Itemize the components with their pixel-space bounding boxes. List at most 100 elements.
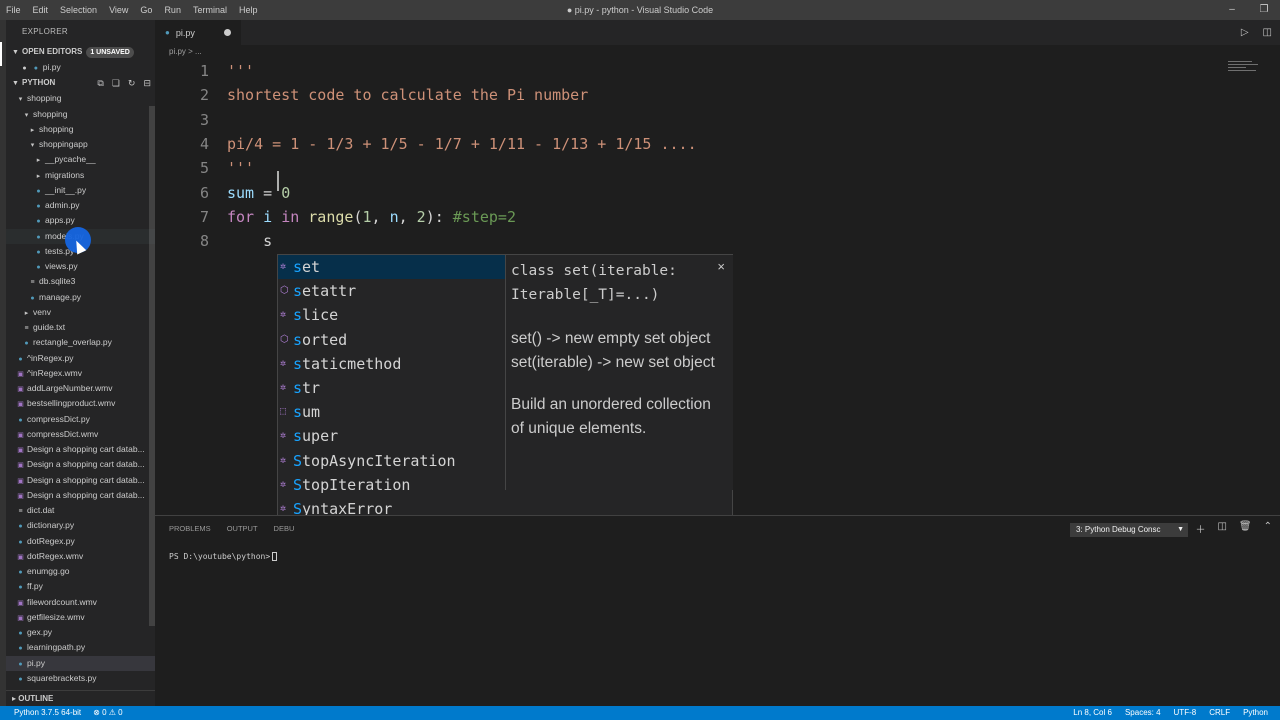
tree-item-label: shopping (39, 123, 74, 134)
tree-item[interactable]: ▾ shopping (6, 107, 155, 122)
trash-icon[interactable]: 🗑 (1239, 521, 1252, 536)
python-interpreter[interactable]: Python 3.7.5 64-bit (14, 706, 81, 720)
terminal-prompt[interactable]: PS D:\youtube\python> (169, 552, 278, 561)
suggestion-item[interactable]: ⬚ sum (278, 400, 505, 424)
tree-item-label: enumgg.go (27, 566, 70, 576)
suggestion-item[interactable]: ⬡ setattr (278, 279, 505, 303)
terminal-cursor (272, 552, 278, 561)
restore-button[interactable]: ❐ (1248, 0, 1280, 20)
unsaved-dot-icon[interactable] (224, 29, 231, 36)
tree-item[interactable]: ● enumgg.go (6, 564, 155, 579)
tree-item[interactable]: ● squarebrackets.py (6, 671, 155, 686)
menu-edit[interactable]: Edit (27, 0, 55, 20)
tree-item-label: Design a shopping cart datab... (27, 459, 145, 470)
tree-item[interactable]: ● dictionary.py (6, 518, 155, 533)
encoding[interactable]: UTF-8 (1174, 706, 1197, 720)
tree-item[interactable]: ▣ ^inRegex.wmv (6, 366, 155, 381)
tab-pi-py[interactable]: ● pi.py (155, 20, 241, 45)
open-editor-pi-py[interactable]: ● ● pi.py (6, 60, 155, 75)
tree-item[interactable]: ▣ addLargeNumber.wmv (6, 381, 155, 396)
suggestion-item[interactable]: ⬡ sorted (278, 328, 505, 352)
class-icon: ✲ (280, 261, 287, 272)
open-editors-section[interactable]: ▼ OPEN EDITORS 1 UNSAVED (6, 44, 155, 60)
tree-item[interactable]: ▣ dotRegex.wmv (6, 549, 155, 564)
suggestion-item[interactable]: ✲ super (278, 424, 505, 448)
split-editor-icon[interactable]: ◫ (1263, 27, 1272, 38)
tree-item[interactable]: ▣ filewordcount.wmv (6, 595, 155, 610)
suggestion-item[interactable]: ✲ str (278, 376, 505, 400)
suggestion-item[interactable]: ✲ staticmethod (278, 352, 505, 376)
problems-count[interactable]: ⊗ 0 ⚠ 0 (93, 706, 122, 720)
chevron-up-icon[interactable]: ⌃ (1264, 521, 1272, 536)
outline-section[interactable]: ▸ OUTLINE (6, 690, 155, 706)
minimize-button[interactable]: – (1216, 0, 1248, 20)
minimap[interactable] (1228, 61, 1262, 81)
tree-item[interactable]: ▸ migrations (6, 168, 155, 183)
tree-item[interactable]: ● apps.py (6, 213, 155, 228)
tree-item[interactable]: ● pi.py (6, 655, 155, 671)
tree-item[interactable]: ▣ Design a shopping cart datab... (6, 488, 155, 503)
language-mode[interactable]: Python (1243, 706, 1268, 720)
tree-item-label: compressDict.wmv (27, 428, 99, 439)
tree-item[interactable]: ● rectangle_overlap.py (6, 335, 155, 350)
tree-item[interactable]: ● ^inRegex.py (6, 351, 155, 366)
tree-item[interactable]: ● gex.py (6, 625, 155, 640)
tree-item[interactable]: ▣ bestsellingproduct.wmv (6, 396, 155, 411)
tree-item[interactable]: ● dotRegex.py (6, 534, 155, 549)
add-terminal-icon[interactable]: ＋ (1195, 521, 1205, 536)
tree-item[interactable]: ▣ getfilesize.wmv (6, 610, 155, 625)
tree-item[interactable]: ● views.py (6, 259, 155, 274)
split-terminal-icon[interactable]: ◫ (1217, 521, 1226, 536)
tree-item[interactable]: ▣ Design a shopping cart datab... (6, 457, 155, 472)
tab-problems[interactable]: PROBLEMS (169, 524, 211, 533)
tree-item[interactable]: ▸ shopping (6, 122, 155, 137)
tree-item[interactable]: ● manage.py (6, 290, 155, 305)
menu-view[interactable]: View (103, 0, 134, 20)
menu-run[interactable]: Run (158, 0, 187, 20)
breadcrumb[interactable]: pi.py > ... (155, 45, 1280, 59)
collapse-all-icon[interactable]: ⊟ (143, 75, 151, 91)
tab-debug-console[interactable]: DEBU (274, 524, 295, 533)
new-folder-icon[interactable]: ❏ (112, 75, 120, 91)
tree-item[interactable]: ▣ Design a shopping cart datab... (6, 442, 155, 457)
menu-terminal[interactable]: Terminal (187, 0, 233, 20)
tree-item[interactable]: ● admin.py (6, 198, 155, 213)
code-token: 1 (362, 207, 372, 226)
menu-selection[interactable]: Selection (54, 0, 103, 20)
tree-item[interactable]: ≡ db.sqlite3 (6, 274, 155, 289)
suggestion-item[interactable]: ✲ StopAsyncIteration (278, 449, 505, 473)
tree-item[interactable]: ▾ shoppingapp (6, 137, 155, 152)
explorer-active-indicator (0, 42, 2, 66)
tree-item[interactable]: ▸ __pycache__ (6, 152, 155, 167)
tree-item[interactable]: ● ff.py (6, 579, 155, 594)
terminal-select[interactable]: 3: Python Debug Consc ▼ (1070, 523, 1188, 537)
tree-item[interactable]: ● compressDict.py (6, 412, 155, 427)
tree-item[interactable]: ▾ shopping (6, 91, 155, 106)
refresh-icon[interactable]: ↻ (128, 75, 136, 91)
menu-go[interactable]: Go (134, 0, 158, 20)
close-icon[interactable]: × (717, 255, 725, 279)
suggestion-label: slice (293, 306, 339, 325)
run-icon[interactable]: ▷ (1241, 27, 1249, 38)
cursor-position[interactable]: Ln 8, Col 6 (1073, 706, 1112, 720)
indentation[interactable]: Spaces: 4 (1125, 706, 1161, 720)
tree-item[interactable]: ▣ compressDict.wmv (6, 427, 155, 442)
suggestion-label: set (293, 258, 321, 276)
tree-item[interactable]: ● learningpath.py (6, 640, 155, 655)
suggestion-item[interactable]: ✲ StopIteration (278, 473, 505, 497)
tree-item[interactable]: ▣ Design a shopping cart datab... (6, 473, 155, 488)
menu-file[interactable]: File (0, 0, 27, 20)
new-file-icon[interactable]: ⧉ (97, 75, 103, 91)
tree-item[interactable]: ≡ dict.dat (6, 503, 155, 518)
tree-item-label: Design a shopping cart datab... (27, 474, 145, 485)
workspace-section[interactable]: ▼ PYTHON ⧉ ❏ ↻ ⊟ (6, 75, 155, 91)
tree-item[interactable]: ● __init__.py (6, 183, 155, 198)
suggestion-item[interactable]: ✲ slice (278, 303, 505, 327)
tree-item[interactable]: ▸ venv (6, 305, 155, 320)
line-ending[interactable]: CRLF (1209, 706, 1230, 720)
suggestion-item[interactable]: ✲ set (278, 255, 505, 280)
tab-output[interactable]: OUTPUT (227, 524, 258, 533)
explorer-sidebar: EXPLORER ▼ OPEN EDITORS 1 UNSAVED ● ● pi.p… (6, 20, 155, 706)
menu-help[interactable]: Help (233, 0, 264, 20)
tree-item[interactable]: ≡ guide.txt (6, 320, 155, 335)
